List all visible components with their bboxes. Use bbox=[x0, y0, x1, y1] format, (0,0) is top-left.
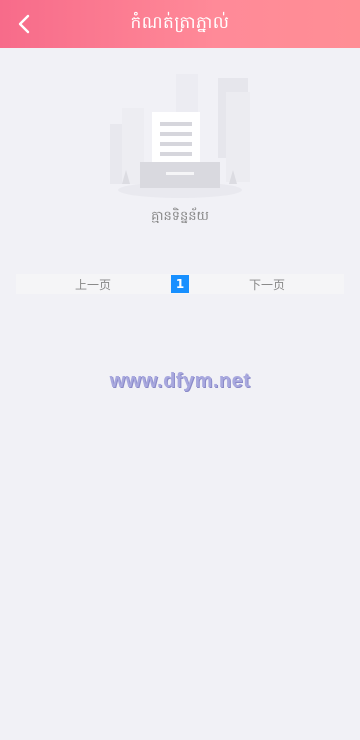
next-page-button[interactable]: 下一页 bbox=[249, 276, 285, 293]
prev-page-button[interactable]: 上一页 bbox=[75, 276, 111, 293]
pagination: 上一页 1 下一页 bbox=[16, 274, 344, 294]
page-title: កំណត់ត្រាភ្នាល់ bbox=[130, 12, 230, 33]
current-page-button[interactable]: 1 bbox=[171, 275, 189, 293]
app-header: កំណត់ត្រាភ្នាល់ bbox=[0, 0, 360, 48]
empty-document-illustration bbox=[110, 74, 250, 198]
watermark: www.dfym.net bbox=[109, 370, 251, 392]
empty-message: គ្មានទិន្នន័យ bbox=[151, 209, 209, 224]
empty-illustration bbox=[100, 64, 260, 204]
back-button[interactable] bbox=[8, 8, 40, 40]
chevron-left-icon bbox=[18, 14, 30, 34]
